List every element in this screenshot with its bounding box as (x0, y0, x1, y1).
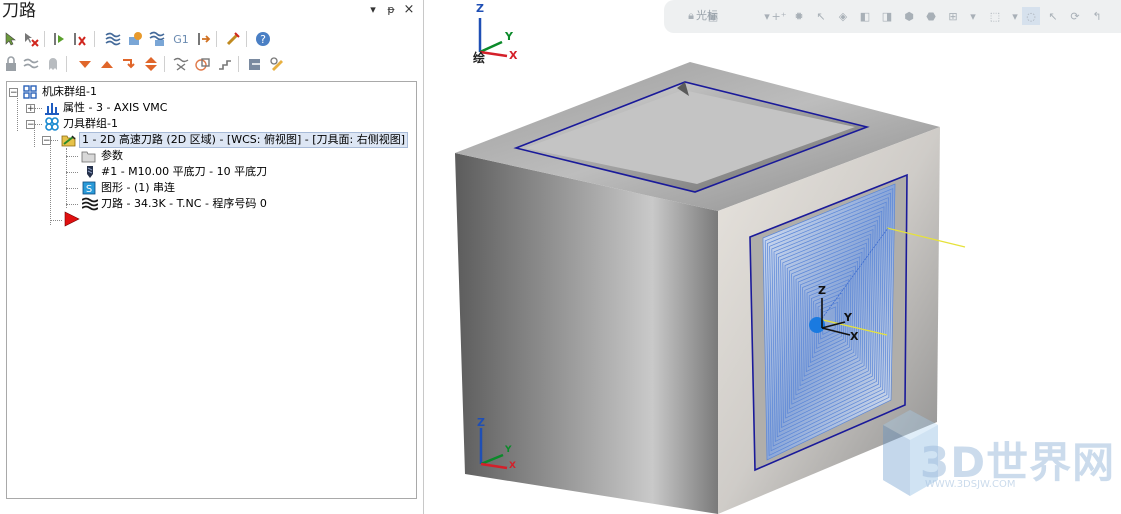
face-select-icon[interactable]: ◧ (856, 7, 874, 25)
select-last-icon[interactable]: ↖ (1044, 7, 1062, 25)
solid-select-icon[interactable]: ◈ (834, 7, 852, 25)
operation-folder-icon (61, 133, 76, 147)
machine-group-label: 机床群组-1 (42, 85, 97, 98)
lock-icon[interactable] (2, 55, 20, 73)
axis-x-label: X (850, 330, 859, 343)
refresh-icon[interactable]: ⟳ (1066, 7, 1084, 25)
parameters-label: 参数 (101, 149, 123, 162)
toolpath-manager-panel: 刀路 ▾ ᵽ × G1 ? − 机床群组-1 + 属性 - 3 - AXIS V… (0, 0, 424, 514)
undo-select-icon[interactable]: ↰ (1088, 7, 1106, 25)
verify-select-icon[interactable]: ◌ (1022, 7, 1040, 25)
window-select-icon[interactable]: ⊞ (944, 7, 962, 25)
svg-text:S: S (86, 184, 92, 195)
display-selected-icon[interactable] (194, 55, 212, 73)
properties-icon (45, 101, 59, 115)
tool-label: #1 - M10.00 平底刀 - 10 平底刀 (101, 165, 268, 178)
post-settings-icon[interactable] (246, 55, 264, 73)
axis-z-label: Z (476, 2, 484, 15)
toolpath-tree[interactable]: − 机床群组-1 + 属性 - 3 - AXIS VMC − 刀具群组-1 − … (6, 81, 417, 499)
svg-text:?: ? (260, 33, 266, 46)
selection-toolbar: 🔒︎ ▣ ▾ +⁺ ✹ ↖ ◈ ◧ ◨ ⬢ ⬣ ⊞ ▾ ⬚ ▾ ◌ ↖ ⟳ ↰ (664, 0, 1121, 33)
cube-select-icon[interactable]: ⬢ (900, 7, 918, 25)
deselect-operations-icon[interactable] (22, 30, 40, 48)
post-g1-button[interactable]: G1 (170, 30, 192, 48)
parameters-folder-icon (81, 149, 96, 163)
watermark-url: WWW.3DSJW.COM (925, 479, 1016, 490)
tree-node-operation[interactable]: − 1 - 2D 高速刀路 (2D 区域) - [WCS: 俯视图] - [刀具… (9, 132, 413, 148)
toolbar-row-2 (0, 53, 420, 75)
toolpath-group-icon (45, 117, 59, 131)
panel-title: 刀路 (2, 1, 36, 21)
regenerate-dirty-icon[interactable] (70, 30, 88, 48)
pin-icon[interactable]: ᵽ (384, 3, 398, 17)
tree-node-tool[interactable]: #1 - M10.00 平底刀 - 10 平底刀 (9, 164, 409, 180)
tree-insert-marker[interactable] (9, 210, 80, 227)
collapse-icon[interactable]: − (26, 120, 35, 130)
pointer-icon[interactable]: ↖ (812, 7, 830, 25)
view-label: 绘 (473, 51, 486, 65)
dropdown-icon[interactable]: ▾ (964, 7, 982, 25)
insert-after-icon[interactable] (120, 55, 138, 73)
tree-node-machine-group[interactable]: − 机床群组-1 (9, 84, 409, 100)
axis-x-label: X (509, 49, 518, 62)
expand-collapse-icon[interactable] (172, 55, 190, 73)
gear-icon[interactable]: ✹ (790, 7, 808, 25)
step-icon[interactable] (216, 55, 234, 73)
highfeed-icon[interactable] (224, 30, 242, 48)
collapse-icon[interactable]: − (42, 136, 51, 146)
select-all-operations-icon[interactable] (2, 30, 20, 48)
machine-group-icon (23, 85, 37, 99)
backplot-icon[interactable] (104, 30, 122, 48)
properties-label: 属性 - 3 - AXIS VMC (63, 101, 168, 114)
regenerate-selected-icon[interactable] (50, 30, 68, 48)
toggle-display-icon[interactable] (22, 55, 40, 73)
autocursor-icon[interactable]: +⁺ (770, 7, 788, 25)
move-down-icon[interactable] (76, 55, 94, 73)
edit-icon[interactable] (268, 55, 286, 73)
insert-arrow-icon[interactable] (142, 55, 160, 73)
insert-arrow-icon (63, 210, 81, 228)
collapse-icon[interactable]: − (9, 88, 18, 98)
geometry-label: 图形 - (1) 串连 (101, 181, 176, 194)
toggle-post-icon[interactable] (44, 55, 62, 73)
toolpath-label: 刀路 - 34.3K - T.NC - 程序号码 0 (101, 197, 267, 210)
cube-color-icon[interactable]: ⬣ (922, 7, 940, 25)
axis-z-label: Z (477, 416, 485, 429)
axis-z-label: Z (818, 284, 826, 297)
box-select-icon[interactable]: ⬚ (986, 7, 1004, 25)
panel-menu-dropdown-icon[interactable]: ▾ (366, 3, 380, 17)
close-icon[interactable]: × (402, 3, 416, 17)
axis-x-label: X (509, 461, 516, 471)
operation-label: 1 - 2D 高速刀路 (2D 区域) - [WCS: 俯视图] - [刀具面:… (79, 132, 409, 148)
help-icon[interactable]: ? (254, 30, 272, 48)
axis-y-label: Y (505, 30, 513, 43)
toolpath-group-label: 刀具群组-1 (63, 117, 118, 130)
geometry-icon: S (82, 181, 96, 195)
axis-y-label: Y (844, 311, 852, 324)
tree-node-properties[interactable]: + 属性 - 3 - AXIS VMC (9, 100, 409, 116)
tree-node-parameters[interactable]: 参数 (9, 148, 409, 164)
post-selected-icon[interactable] (194, 30, 212, 48)
axis-y-label: Y (505, 445, 512, 455)
verify-icon[interactable] (126, 30, 144, 48)
toolbar-row-1: G1 ? (0, 28, 420, 50)
tree-node-geometry[interactable]: S 图形 - (1) 串连 (9, 180, 409, 196)
body-select-icon[interactable]: ◨ (878, 7, 896, 25)
simulate-icon[interactable] (148, 30, 166, 48)
tool-icon (84, 165, 98, 179)
toolpath-wave-icon (81, 197, 99, 211)
panel-title-bar: 刀路 ▾ ᵽ × (0, 0, 424, 22)
tree-node-toolpath-group[interactable]: − 刀具群组-1 (9, 116, 409, 132)
move-up-icon[interactable] (98, 55, 116, 73)
cursor-label[interactable]: 光标 (696, 7, 718, 25)
expand-icon[interactable]: + (26, 104, 35, 114)
